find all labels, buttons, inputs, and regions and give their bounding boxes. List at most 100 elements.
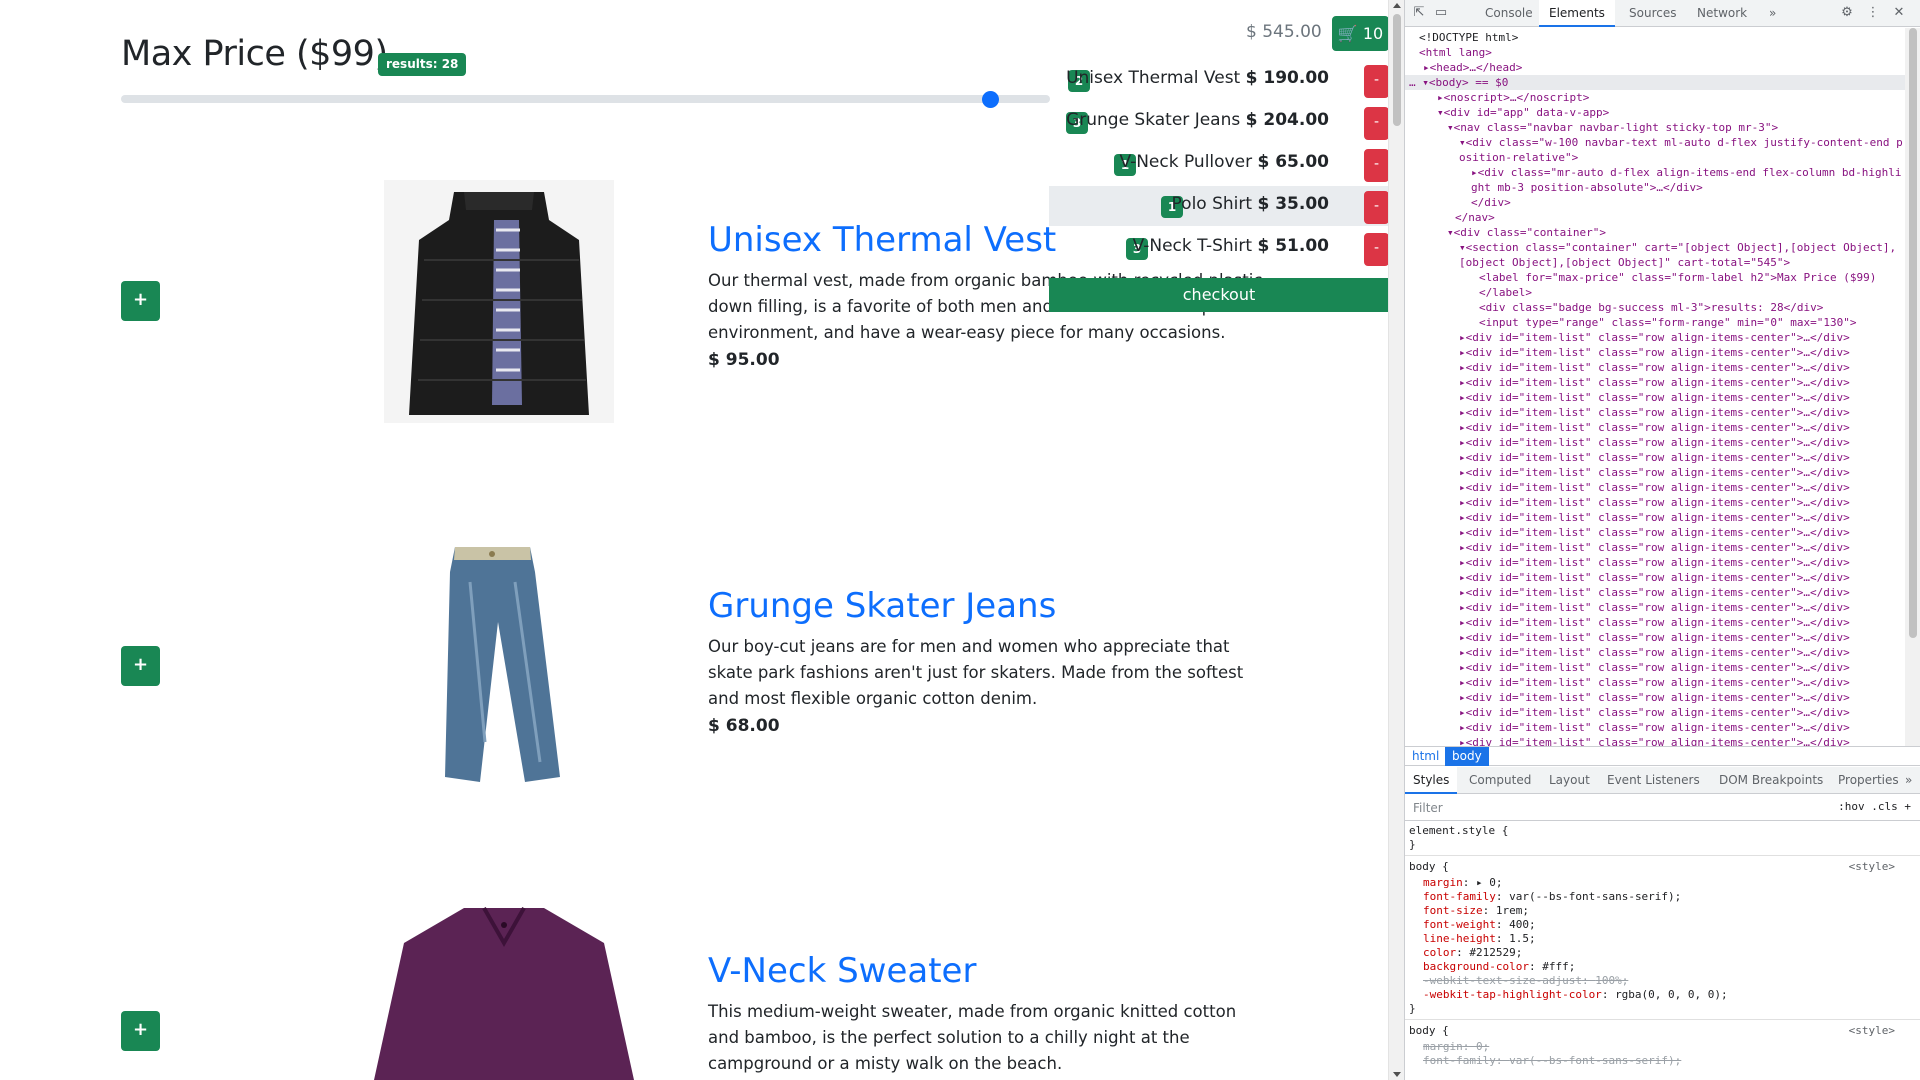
remove-item-button[interactable]: -	[1364, 149, 1388, 182]
dom-line-item-list[interactable]: ▸<div id="item-list" class="row align-it…	[1459, 480, 1850, 495]
dom-line[interactable]: <html lang>	[1419, 45, 1492, 60]
dom-line-item-list[interactable]: ▸<div id="item-list" class="row align-it…	[1459, 390, 1850, 405]
close-devtools-icon[interactable]: ✕	[1891, 5, 1907, 21]
dom-line[interactable]: ▾<div id="app" data-v-app>	[1437, 105, 1609, 120]
dom-line-item-list[interactable]: ▸<div id="item-list" class="row align-it…	[1459, 585, 1850, 600]
more-panels-icon[interactable]: »	[1897, 767, 1920, 793]
remove-item-button[interactable]: -	[1364, 233, 1388, 266]
css-property[interactable]: margin: 0;	[1423, 1040, 1489, 1054]
body-rule[interactable]: body { <style>	[1409, 860, 1909, 874]
tab-layout[interactable]: Layout	[1541, 767, 1598, 793]
style-source[interactable]: <style>	[1849, 1024, 1895, 1038]
remove-item-button[interactable]: -	[1364, 191, 1388, 224]
css-property[interactable]: font-family: var(--bs-font-sans-serif);	[1423, 890, 1681, 904]
dom-line-item-list[interactable]: ▸<div id="item-list" class="row align-it…	[1459, 375, 1850, 390]
breadcrumb-html[interactable]: html	[1405, 747, 1446, 766]
dom-line-item-list[interactable]: ▸<div id="item-list" class="row align-it…	[1459, 735, 1850, 746]
dom-line[interactable]: ght mb-3 position-absolute">…</div>	[1471, 180, 1703, 195]
dom-line[interactable]: <div class="badge bg-success ml-3">resul…	[1479, 300, 1823, 315]
dom-line-item-list[interactable]: ▸<div id="item-list" class="row align-it…	[1459, 570, 1850, 585]
scroll-down-arrow[interactable]	[1393, 1072, 1401, 1077]
scroll-up-arrow[interactable]	[1393, 3, 1401, 8]
dom-line[interactable]: osition-relative">	[1459, 150, 1578, 165]
filter-input[interactable]: Filter	[1413, 801, 1443, 815]
dom-line-item-list[interactable]: ▸<div id="item-list" class="row align-it…	[1459, 525, 1850, 540]
page-scrollbar[interactable]	[1388, 0, 1404, 1080]
css-property[interactable]: margin: ▸ 0;	[1423, 876, 1503, 890]
add-to-cart-button[interactable]: +	[121, 281, 160, 321]
max-price-range[interactable]	[121, 95, 1050, 103]
tab-properties[interactable]: Properties	[1830, 767, 1907, 793]
elements-scrollbar[interactable]	[1905, 28, 1920, 746]
filter-tools[interactable]: :hov .cls +	[1838, 800, 1911, 813]
tab-dom-breakpoints[interactable]: DOM Breakpoints	[1711, 767, 1831, 793]
tab-console[interactable]: Console	[1475, 0, 1543, 26]
dom-line[interactable]: </label>	[1479, 285, 1532, 300]
inspect-element-icon[interactable]: ⇱	[1411, 5, 1427, 21]
remove-item-button[interactable]: -	[1364, 107, 1388, 140]
dom-line-item-list[interactable]: ▸<div id="item-list" class="row align-it…	[1459, 675, 1850, 690]
css-property[interactable]: color: #212529;	[1423, 946, 1522, 960]
dom-line-item-list[interactable]: ▸<div id="item-list" class="row align-it…	[1459, 435, 1850, 450]
add-to-cart-button[interactable]: +	[121, 1011, 160, 1051]
dom-line[interactable]: ▸<div class="mr-auto d-flex align-items-…	[1471, 165, 1901, 180]
tab-sources[interactable]: Sources	[1619, 0, 1686, 26]
product-title[interactable]: V-Neck Sweater	[708, 951, 976, 991]
dom-line-item-list[interactable]: ▸<div id="item-list" class="row align-it…	[1459, 495, 1850, 510]
dom-line-item-list[interactable]: ▸<div id="item-list" class="row align-it…	[1459, 465, 1850, 480]
dom-line[interactable]: <input type="range" class="form-range" m…	[1479, 315, 1857, 330]
css-property[interactable]: -webkit-tap-highlight-color: rgba(0, 0, …	[1423, 988, 1728, 1002]
tab-event-listeners[interactable]: Event Listeners	[1599, 767, 1708, 793]
dom-line-selected[interactable]: … ▾<body> == $0	[1405, 75, 1905, 90]
dom-line-item-list[interactable]: ▸<div id="item-list" class="row align-it…	[1459, 645, 1850, 660]
breadcrumb-body[interactable]: body	[1445, 747, 1489, 766]
css-property[interactable]: font-size: 1rem;	[1423, 904, 1529, 918]
css-property[interactable]: font-weight: 400;	[1423, 918, 1536, 932]
dom-line[interactable]: ▾<div class="container">	[1447, 225, 1606, 240]
dom-line[interactable]: </nav>	[1455, 210, 1495, 225]
dom-line-item-list[interactable]: ▸<div id="item-list" class="row align-it…	[1459, 360, 1850, 375]
dom-line-item-list[interactable]: ▸<div id="item-list" class="row align-it…	[1459, 330, 1850, 345]
dom-line-item-list[interactable]: ▸<div id="item-list" class="row align-it…	[1459, 660, 1850, 675]
scrollbar-thumb[interactable]	[1909, 28, 1917, 638]
css-property[interactable]: line-height: 1.5;	[1423, 932, 1536, 946]
dom-line[interactable]: ▾<nav class="navbar navbar-light sticky-…	[1447, 120, 1778, 135]
dom-line-item-list[interactable]: ▸<div id="item-list" class="row align-it…	[1459, 420, 1850, 435]
remove-item-button[interactable]: -	[1364, 65, 1388, 98]
dom-line[interactable]: [object Object],[object Object]" cart-to…	[1459, 255, 1790, 270]
dom-line-item-list[interactable]: ▸<div id="item-list" class="row align-it…	[1459, 720, 1850, 735]
dom-line-item-list[interactable]: ▸<div id="item-list" class="row align-it…	[1459, 540, 1850, 555]
tab-computed[interactable]: Computed	[1461, 767, 1539, 793]
tab-network[interactable]: Network	[1687, 0, 1757, 26]
dom-line[interactable]: ▾<div class="w-100 navbar-text ml-auto d…	[1459, 135, 1903, 150]
dom-line-item-list[interactable]: ▸<div id="item-list" class="row align-it…	[1459, 510, 1850, 525]
dom-line[interactable]: </div>	[1471, 195, 1511, 210]
dom-line-item-list[interactable]: ▸<div id="item-list" class="row align-it…	[1459, 345, 1850, 360]
kebab-menu-icon[interactable]: ⋮	[1865, 5, 1881, 21]
styles-filter[interactable]: Filter :hov .cls +	[1405, 795, 1920, 821]
dom-line[interactable]: <label for="max-price" class="form-label…	[1479, 270, 1876, 285]
range-thumb[interactable]	[982, 91, 999, 108]
css-property[interactable]: -webkit-text-size-adjust: 100%;	[1423, 974, 1628, 988]
product-title[interactable]: Grunge Skater Jeans	[708, 586, 1056, 626]
scrollbar-thumb[interactable]	[1393, 14, 1401, 126]
checkout-button[interactable]: checkout	[1049, 278, 1388, 312]
settings-gear-icon[interactable]: ⚙	[1839, 5, 1855, 21]
dom-line-item-list[interactable]: ▸<div id="item-list" class="row align-it…	[1459, 705, 1850, 720]
dom-line[interactable]: ▸<head>…</head>	[1423, 60, 1522, 75]
style-source[interactable]: <style>	[1849, 860, 1895, 874]
more-tabs-icon[interactable]: »	[1759, 0, 1786, 26]
tab-styles[interactable]: Styles	[1405, 767, 1458, 794]
dom-line-item-list[interactable]: ▸<div id="item-list" class="row align-it…	[1459, 450, 1850, 465]
elements-tree[interactable]: <!DOCTYPE html> <html lang> ▸<head>…</he…	[1405, 28, 1905, 746]
body-rule[interactable]: body { <style>	[1409, 1024, 1909, 1038]
dom-line-item-list[interactable]: ▸<div id="item-list" class="row align-it…	[1459, 600, 1850, 615]
cart-button[interactable]: 🛒 10	[1332, 16, 1388, 51]
css-property[interactable]: background-color: #fff;	[1423, 960, 1575, 974]
dom-line-item-list[interactable]: ▸<div id="item-list" class="row align-it…	[1459, 405, 1850, 420]
dom-line-item-list[interactable]: ▸<div id="item-list" class="row align-it…	[1459, 615, 1850, 630]
dom-line[interactable]: ▾<section class="container" cart="[objec…	[1459, 240, 1896, 255]
add-to-cart-button[interactable]: +	[121, 646, 160, 686]
css-property[interactable]: font-family: var(--bs-font-sans-serif);	[1423, 1054, 1681, 1068]
dom-line-item-list[interactable]: ▸<div id="item-list" class="row align-it…	[1459, 555, 1850, 570]
